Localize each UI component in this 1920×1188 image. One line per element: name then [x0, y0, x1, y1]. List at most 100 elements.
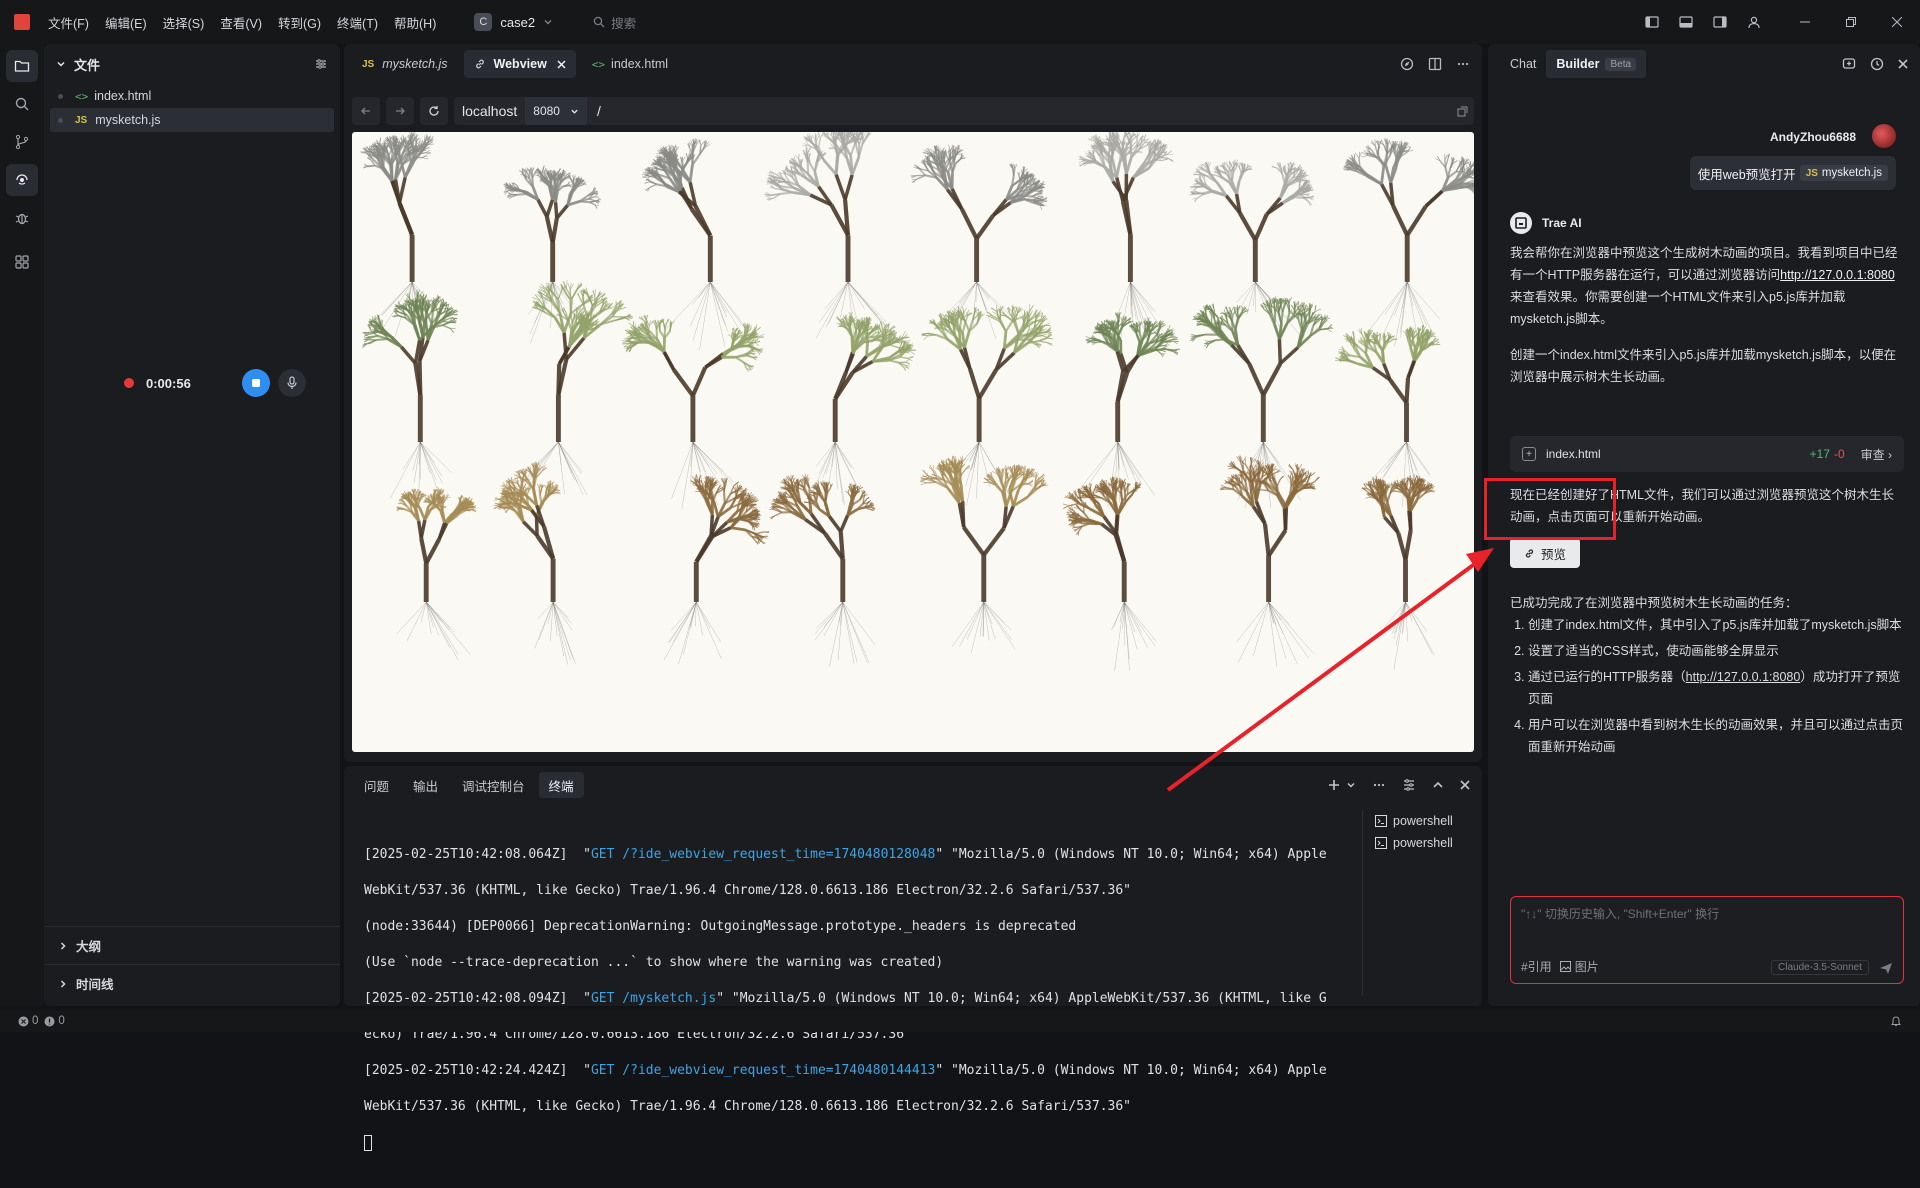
tree — [1063, 476, 1156, 670]
tree — [764, 132, 886, 348]
server-link[interactable]: http://127.0.0.1:8080 — [1686, 670, 1801, 684]
ai-paragraph-2: 创建一个index.html文件来引入p5.js库并加载mysketch.js脚… — [1510, 344, 1904, 388]
terminal-session-item[interactable]: powershell — [1375, 810, 1474, 832]
terminal-output[interactable]: [2025-02-25T10:42:08.064Z] "GET /?ide_we… — [364, 828, 1354, 1188]
microphone-icon[interactable] — [278, 369, 306, 397]
chevron-down-icon[interactable] — [1346, 780, 1356, 790]
terminal-session-item[interactable]: powershell — [1375, 832, 1474, 854]
recording-time: 0:00:56 — [146, 376, 242, 391]
warning-count[interactable]: 0 — [58, 1015, 64, 1027]
tab-mysketch-js[interactable]: JS mysketch.js — [352, 50, 458, 78]
tab-output[interactable]: 输出 — [403, 772, 448, 798]
chat-input-box[interactable]: "↑↓" 切换历史输入, "Shift+Enter" 换行 #引用 图片 Cla… — [1510, 896, 1904, 984]
tree — [1362, 475, 1436, 670]
file-item-index-html[interactable]: <> index.html — [44, 84, 340, 108]
file-change-card[interactable]: + index.html +17 -0 审查 › — [1510, 436, 1904, 472]
beta-badge: Beta — [1605, 58, 1636, 71]
split-editor-icon[interactable] — [1428, 57, 1442, 71]
session-name: powershell — [1393, 814, 1453, 828]
menu-edit[interactable]: 编辑(E) — [105, 13, 147, 32]
terminal-line: (Use `node --trace-deprecation ...` to s… — [364, 954, 1354, 972]
toggle-secondary-sidebar-icon[interactable] — [1706, 8, 1734, 36]
debug-icon[interactable] — [6, 202, 38, 234]
menu-selection[interactable]: 选择(S) — [163, 13, 205, 32]
file-item-mysketch-js[interactable]: JS mysketch.js — [50, 108, 334, 132]
menu-terminal[interactable]: 终端(T) — [337, 13, 378, 32]
close-panel-icon[interactable] — [1460, 780, 1470, 790]
tab-index-html[interactable]: <> index.html — [582, 50, 678, 78]
reload-button[interactable] — [420, 97, 448, 125]
send-icon[interactable] — [1879, 961, 1893, 975]
tree — [911, 145, 1048, 339]
outline-section[interactable]: 大纲 — [44, 926, 340, 964]
port-select[interactable]: 8080 — [525, 97, 587, 125]
chevron-right-icon — [58, 941, 68, 951]
tab-webview[interactable]: Webview — [464, 50, 576, 78]
webview-preview[interactable] — [352, 132, 1474, 752]
remote-explorer-icon[interactable] — [6, 164, 38, 196]
filter-icon[interactable] — [314, 57, 328, 71]
close-window-icon[interactable] — [1874, 0, 1920, 44]
file-name: index.html — [94, 89, 151, 103]
menu-file[interactable]: 文件(F) — [48, 13, 89, 32]
log-text: [2025-02-25T10:42:08.064Z] " — [364, 847, 591, 862]
maximize-panel-icon[interactable] — [1432, 779, 1444, 791]
minimize-icon[interactable] — [1782, 0, 1828, 44]
open-external-icon[interactable] — [1457, 106, 1468, 117]
extensions-icon[interactable] — [6, 246, 38, 278]
history-icon[interactable] — [1870, 57, 1884, 71]
server-link[interactable]: http://127.0.0.1:8080 — [1780, 268, 1895, 282]
recording-indicator — [124, 378, 134, 388]
stop-recording-button[interactable] — [242, 369, 270, 397]
back-button[interactable] — [352, 97, 380, 125]
chat-input-placeholder: "↑↓" 切换历史输入, "Shift+Enter" 换行 — [1521, 905, 1719, 922]
menu-view[interactable]: 查看(V) — [220, 13, 262, 32]
explorer-header[interactable]: 文件 — [44, 44, 340, 84]
close-tab-icon[interactable] — [557, 60, 566, 69]
new-chat-icon[interactable] — [1842, 57, 1856, 71]
new-terminal-icon[interactable] — [1328, 779, 1340, 791]
reference-button[interactable]: #引用 — [1521, 958, 1552, 975]
tab-terminal[interactable]: 终端 — [539, 772, 584, 798]
close-panel-icon[interactable] — [1898, 59, 1908, 69]
tab-chat[interactable]: Chat — [1500, 50, 1546, 78]
error-count[interactable]: 0 — [32, 1015, 38, 1027]
image-button[interactable]: 图片 — [1575, 958, 1599, 975]
url-field[interactable]: localhost 8080 / — [454, 97, 1474, 125]
tab-builder[interactable]: BuilderBeta — [1546, 50, 1646, 78]
account-icon[interactable] — [1740, 8, 1768, 36]
timeline-section[interactable]: 时间线 — [44, 964, 340, 1002]
app-logo — [14, 14, 30, 30]
forward-button[interactable] — [386, 97, 414, 125]
error-icon[interactable] — [18, 1016, 29, 1027]
source-control-icon[interactable] — [6, 126, 38, 158]
menu-go[interactable]: 转到(G) — [278, 13, 321, 32]
image-icon[interactable] — [1560, 961, 1571, 972]
menu-help[interactable]: 帮助(H) — [394, 13, 436, 32]
more-icon[interactable] — [1456, 57, 1470, 71]
panel-layout-icon[interactable] — [1402, 778, 1416, 792]
warning-icon[interactable] — [44, 1016, 55, 1027]
preview-button[interactable]: 预览 — [1510, 538, 1580, 568]
review-button[interactable]: 审查 › — [1861, 446, 1892, 463]
log-request: GET /?ide_webview_request_time=174048012… — [591, 847, 935, 862]
log-text: [2025-02-25T10:42:08.094Z] " — [364, 991, 591, 1006]
search-activity-icon[interactable] — [6, 88, 38, 120]
terminal-line: [2025-02-25T10:42:08.094Z] "GET /mysketc… — [364, 990, 1354, 1008]
tab-debug-console[interactable]: 调试控制台 — [452, 772, 535, 798]
compass-icon[interactable] — [1400, 57, 1414, 71]
file-chip[interactable]: JSmysketch.js — [1800, 165, 1888, 181]
project-switcher[interactable]: C case2 — [474, 13, 553, 31]
toggle-panel-icon[interactable] — [1672, 8, 1700, 36]
tree-animation-canvas[interactable] — [352, 132, 1474, 752]
file-status-dot — [58, 94, 63, 99]
toggle-sidebar-icon[interactable] — [1638, 8, 1666, 36]
tab-problems[interactable]: 问题 — [354, 772, 399, 798]
model-selector[interactable]: Claude-3.5-Sonnet — [1771, 960, 1869, 975]
explorer-icon[interactable] — [6, 50, 38, 82]
notification-bell-icon[interactable] — [1890, 1015, 1902, 1027]
more-icon[interactable] — [1372, 778, 1386, 792]
search-box[interactable]: 搜索 — [593, 13, 636, 32]
terminal-line: WebKit/537.36 (KHTML, like Gecko) Trae/1… — [364, 1098, 1354, 1116]
restore-icon[interactable] — [1828, 0, 1874, 44]
